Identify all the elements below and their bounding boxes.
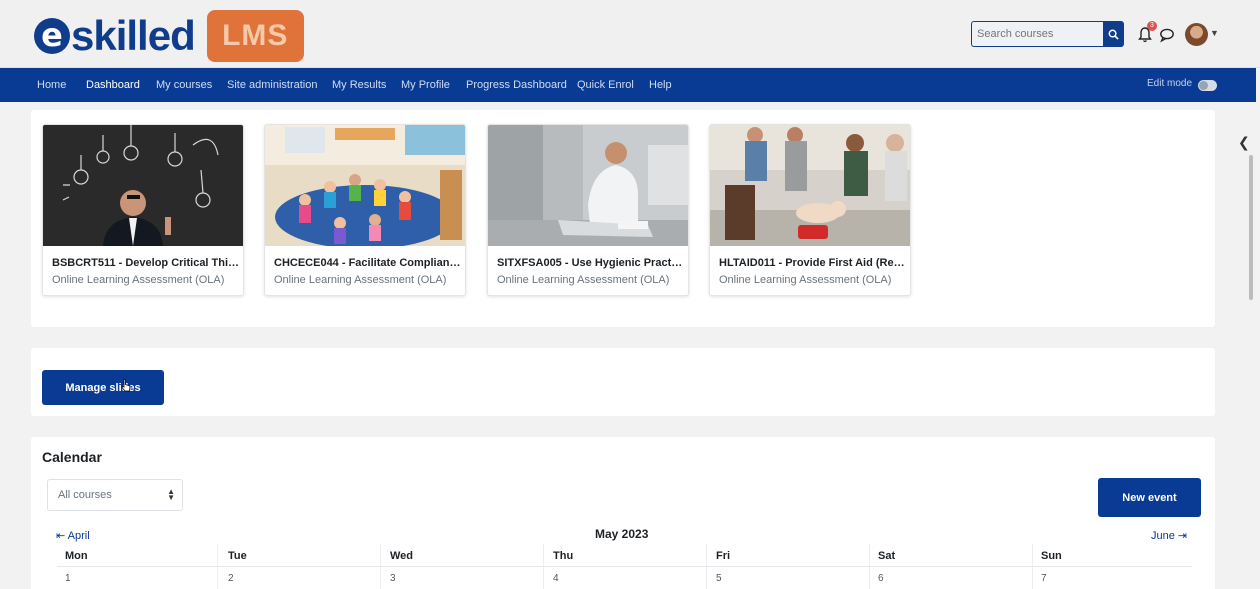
next-month-link[interactable]: June ⇥ [1151, 529, 1187, 542]
previous-month-label: April [67, 530, 90, 542]
mouse-pointer-icon [121, 378, 131, 392]
course-card[interactable]: BSBCRT511 - Develop Critical Thinking in… [42, 124, 244, 296]
nav-item-my-profile[interactable]: My Profile [401, 79, 450, 91]
drawer-toggle-chevron-left-icon[interactable]: ❮ [1238, 134, 1250, 151]
course-category: Online Learning Assessment (OLA) [52, 274, 225, 286]
calendar-day-cell[interactable]: 2 [228, 573, 234, 584]
nav-item-help[interactable]: Help [649, 79, 672, 91]
course-image-food-hygiene [488, 125, 688, 246]
logo-lms-badge: LMS [206, 10, 304, 62]
calendar-day-cell[interactable]: 3 [390, 573, 396, 584]
calendar-day-cell[interactable]: 1 [65, 573, 71, 584]
course-image-children-education [265, 125, 465, 246]
course-card[interactable]: SITXFSA005 - Use Hygienic Practices for … [487, 124, 689, 296]
course-title[interactable]: CHCECE044 - Facilitate Compliance in a C… [274, 257, 462, 269]
course-category: Online Learning Assessment (OLA) [274, 274, 447, 286]
course-title[interactable]: SITXFSA005 - Use Hygienic Practices for … [497, 257, 685, 269]
nav-item-quick-enrol[interactable]: Quick Enrol [577, 79, 634, 91]
course-card[interactable]: CHCECE044 - Facilitate Compliance in a C… [264, 124, 466, 296]
user-avatar[interactable] [1185, 23, 1208, 46]
next-month-label: June [1151, 530, 1175, 542]
search-button[interactable] [1103, 21, 1124, 47]
logo-e-mark: e [34, 18, 70, 54]
course-card[interactable]: HLTAID011 - Provide First Aid (Release 1… [709, 124, 911, 296]
course-title[interactable]: BSBCRT511 - Develop Critical Thinking in… [52, 257, 240, 269]
messages-icon[interactable] [1159, 27, 1175, 43]
course-filter-value: All courses [58, 489, 112, 501]
course-filter-select[interactable]: All courses ▲ ▼ [47, 479, 183, 511]
manage-slides-section [31, 348, 1215, 416]
course-image-critical-thinking [43, 125, 243, 246]
day-header-thu: Thu [553, 550, 574, 562]
site-header: e skilled LMS 3 ▼ [0, 0, 1260, 68]
row-divider [57, 566, 1192, 567]
course-image-first-aid [710, 125, 910, 246]
calendar-day-cell[interactable]: 5 [716, 573, 722, 584]
course-category: Online Learning Assessment (OLA) [497, 274, 670, 286]
select-updown-icon: ▲ ▼ [167, 487, 175, 502]
search-input[interactable] [971, 21, 1104, 47]
primary-navigation: Home Dashboard My courses Site administr… [0, 68, 1256, 102]
calendar-day-cell[interactable]: 7 [1041, 573, 1047, 584]
day-header-tue: Tue [228, 550, 247, 562]
day-header-sun: Sun [1041, 550, 1062, 562]
new-event-button[interactable]: New event [1098, 478, 1201, 517]
nav-item-dashboard[interactable]: Dashboard [86, 79, 140, 91]
eskilled-lms-logo[interactable]: e skilled LMS [34, 10, 304, 62]
calendar-title: Calendar [42, 449, 102, 465]
nav-item-progress-dashboard[interactable]: Progress Dashboard [466, 79, 567, 91]
arrow-right-icon: ⇥ [1177, 530, 1188, 542]
logo-wordmark: skilled [71, 12, 196, 59]
day-header-sat: Sat [878, 550, 896, 562]
previous-month-link[interactable]: ⇤ April [56, 529, 90, 542]
page-scrollbar[interactable] [1249, 155, 1253, 300]
calendar-day-cell[interactable]: 6 [878, 573, 884, 584]
search-icon [1108, 29, 1119, 40]
manage-slides-button[interactable]: Manage slides [42, 370, 164, 405]
arrow-left-icon: ⇤ [56, 530, 66, 542]
edit-mode-toggle[interactable] [1198, 80, 1217, 91]
notification-count-badge: 3 [1147, 21, 1157, 31]
course-category: Online Learning Assessment (OLA) [719, 274, 892, 286]
nav-item-my-results[interactable]: My Results [332, 79, 386, 91]
day-header-fri: Fri [716, 550, 731, 562]
nav-item-site-administration[interactable]: Site administration [227, 79, 318, 91]
user-menu-chevron-down-icon[interactable]: ▼ [1210, 28, 1219, 38]
course-title[interactable]: HLTAID011 - Provide First Aid (Release 1… [719, 257, 907, 269]
day-header-mon: Mon [65, 550, 88, 562]
current-month-title: May 2023 [595, 527, 649, 541]
calendar-day-cell[interactable]: 4 [553, 573, 559, 584]
edit-mode-label: Edit mode [1147, 78, 1193, 89]
day-header-wed: Wed [390, 550, 414, 562]
nav-item-my-courses[interactable]: My courses [156, 79, 212, 91]
nav-item-home[interactable]: Home [37, 79, 66, 91]
